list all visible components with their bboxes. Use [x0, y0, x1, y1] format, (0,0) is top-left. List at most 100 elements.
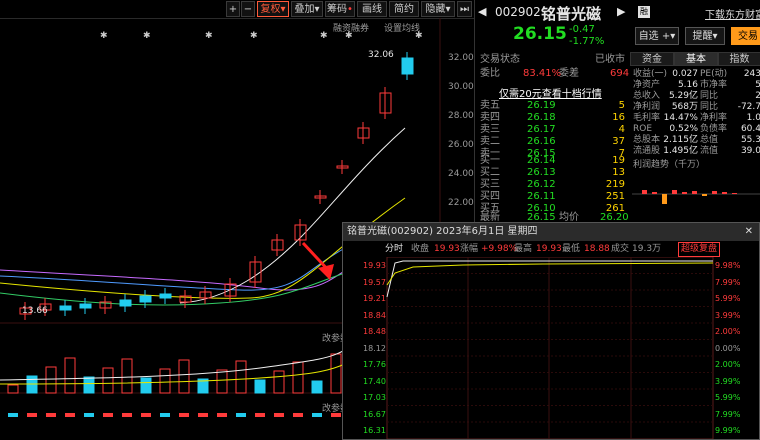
- intraday-frame: [386, 257, 714, 439]
- ask-row[interactable]: 卖二 26.16 37: [475, 136, 630, 148]
- intraday-tab[interactable]: 分时: [385, 241, 403, 257]
- order-ratio-label: 委比: [480, 68, 500, 79]
- download-link[interactable]: 下载东方财富: [705, 6, 760, 21]
- indicator-bar: [84, 413, 94, 417]
- fundamental-key: 同比: [700, 91, 719, 101]
- super-replay-button[interactable]: 超级复盘: [678, 242, 721, 257]
- intraday-pct-tick: 5.99%: [715, 294, 741, 303]
- prev-arrow-icon[interactable]: ◀: [478, 5, 486, 18]
- bid-row[interactable]: 买二 26.13 13: [475, 167, 630, 179]
- bid-price: 26.11: [527, 191, 556, 202]
- overlay-label: 叠加: [294, 4, 315, 15]
- low-label: 最低: [562, 244, 581, 254]
- fundamental-key: ROE: [633, 124, 653, 134]
- volume-bar: [292, 361, 304, 394]
- volume-bar: [26, 375, 38, 394]
- intraday-price-tick: 18.84: [363, 310, 386, 320]
- fundamental-row: ROE 0.52% 负债率 60.4: [632, 124, 760, 135]
- tab-index[interactable]: 指数: [718, 52, 760, 66]
- chart-toolbar: + − 复权▾ 叠加▾ 筹码• 画线 简约 隐藏▾ ⏭: [0, 0, 474, 19]
- event-star-icon: ✱: [250, 31, 258, 41]
- volume-bar: [45, 366, 57, 394]
- fundamental-row: 收益(一) 0.027 PE(动) 243: [632, 69, 760, 80]
- volume-bar: [178, 359, 190, 394]
- ask-level-label: 卖四: [480, 112, 500, 123]
- ask-level-label: 卖二: [480, 136, 500, 147]
- bid-price: 26.13: [527, 167, 556, 178]
- tab-capital[interactable]: 资金: [630, 52, 674, 66]
- price-axis-tick: 24.00: [448, 169, 474, 179]
- margin-trading-label[interactable]: 融资融券: [333, 21, 369, 34]
- ask-price: 26.18: [527, 112, 556, 123]
- intraday-replay-popup[interactable]: 铭普光磁(002902) 2023年6月1日 星期四 ✕ 分时 收盘 19.93…: [342, 222, 760, 440]
- intraday-price-tick: 16.31: [363, 426, 386, 435]
- fundamental-value: 55.3: [740, 135, 760, 145]
- volume-bar: [102, 367, 114, 394]
- ask-row[interactable]: 卖四 26.18 16: [475, 112, 630, 124]
- price-axis-tick: 26.00: [448, 140, 474, 150]
- volume-bar: [7, 384, 19, 394]
- simple-button[interactable]: 简约: [389, 1, 419, 17]
- profit-bar: [732, 193, 737, 194]
- intraday-price-tick: 17.03: [363, 393, 386, 402]
- zoom-in-button[interactable]: +: [226, 1, 240, 17]
- next-end-icon[interactable]: ⏭: [457, 1, 472, 17]
- order-diff-value: 694: [610, 68, 630, 79]
- profit-bar: [662, 194, 667, 204]
- zoom-out-button[interactable]: −: [241, 1, 255, 17]
- intraday-chart[interactable]: [343, 257, 759, 439]
- low-value: 18.88: [584, 244, 610, 254]
- candlestick: [401, 57, 414, 75]
- intraday-pct-tick: 0.00%: [715, 343, 741, 353]
- indicator-bar: [65, 413, 75, 417]
- bid-volume: 219: [605, 179, 625, 190]
- tab-basic[interactable]: 基本: [674, 52, 718, 66]
- popup-title: 铭普光磁(002902) 2023年6月1日 星期四: [347, 226, 538, 237]
- order-ratio-row: 委比 83.41% 委差 694: [475, 68, 630, 80]
- profit-bar: [712, 191, 717, 194]
- indicator-bar: [122, 413, 132, 417]
- overlay-button[interactable]: 叠加▾: [291, 1, 323, 17]
- event-star-icon: ✱: [320, 31, 328, 41]
- info-tabs: 资金 基本 指数: [630, 52, 760, 66]
- next-arrow-icon[interactable]: ▶: [617, 5, 625, 18]
- profit-bar: [702, 194, 707, 196]
- indicator-bar: [46, 413, 56, 417]
- ask-volume: 5: [618, 100, 625, 111]
- level10-promo-link[interactable]: 仅需20元查看十档行情: [499, 85, 602, 100]
- fundamental-value: 2.115亿: [663, 135, 698, 145]
- draw-line-button[interactable]: 画线: [357, 1, 387, 17]
- bid-row[interactable]: 买一 26.14 19: [475, 155, 630, 167]
- ask-price: 26.16: [527, 136, 556, 147]
- ask-volume: 16: [612, 112, 625, 123]
- volume-bar: [235, 360, 247, 394]
- ask-row[interactable]: 卖三 26.17 4: [475, 124, 630, 136]
- profit-bar: [692, 191, 697, 194]
- fundamental-value: 5.16: [677, 80, 698, 90]
- intraday-price-tick: 17.76: [363, 360, 386, 369]
- hide-button[interactable]: 隐藏▾: [421, 1, 455, 17]
- bid-volume: 13: [612, 167, 625, 178]
- add-watchlist-button[interactable]: 自选 +▾: [635, 27, 679, 45]
- indicator-bar: [312, 413, 322, 417]
- bid-level-label: 买三: [480, 179, 500, 190]
- fuquan-button[interactable]: 复权▾: [257, 1, 289, 17]
- indicator-bar: [293, 413, 303, 417]
- indicator-bar: [274, 413, 284, 417]
- volume-bar: [273, 370, 285, 394]
- change-label: 涨幅: [460, 244, 479, 254]
- trade-button[interactable]: 交易: [731, 27, 760, 45]
- fundamental-value: 5: [755, 80, 760, 90]
- close-icon[interactable]: ✕: [745, 223, 753, 241]
- bid-row[interactable]: 买三 26.12 219: [475, 179, 630, 191]
- intraday-pct-tick: 3.99%: [715, 310, 741, 320]
- alert-button[interactable]: 提醒▾: [685, 27, 725, 45]
- fundamental-value: 60.4: [740, 124, 760, 134]
- popup-title-bar[interactable]: 铭普光磁(002902) 2023年6月1日 星期四 ✕: [343, 223, 759, 241]
- fundamental-row: 流通股 1.495亿 流值 39.0: [632, 146, 760, 157]
- ma-settings-label[interactable]: 设置均线: [384, 21, 420, 34]
- stock-name: 铭普光磁: [541, 5, 602, 23]
- ask-row[interactable]: 卖五 26.19 5: [475, 100, 630, 112]
- bid-row[interactable]: 买四 26.11 251: [475, 191, 630, 203]
- chip-button[interactable]: 筹码•: [325, 1, 355, 17]
